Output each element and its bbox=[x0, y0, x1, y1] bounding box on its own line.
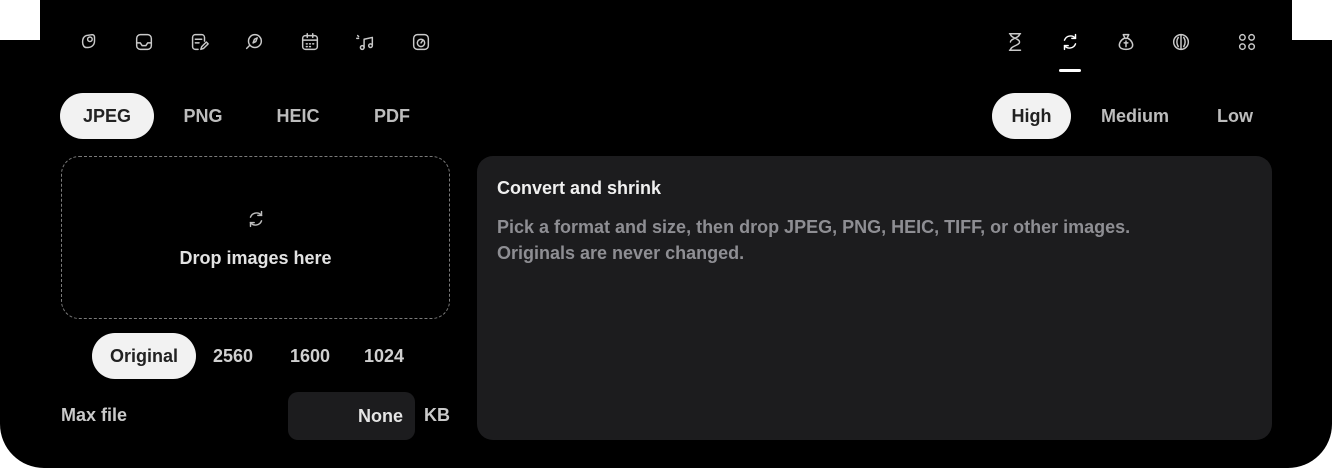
money-bag-icon[interactable] bbox=[1114, 30, 1138, 54]
grid-icon[interactable] bbox=[1235, 30, 1259, 54]
inbox-icon[interactable] bbox=[132, 30, 156, 54]
format-heic-button[interactable]: HEIC bbox=[258, 93, 338, 139]
size-original-button[interactable]: Original bbox=[92, 333, 196, 379]
drop-zone-label: Drop images here bbox=[179, 248, 332, 268]
drop-zone[interactable] bbox=[61, 156, 450, 319]
window-corner-left bbox=[0, 0, 40, 40]
info-body-line-2: Originals are never changed. bbox=[497, 243, 745, 263]
quality-medium-button[interactable]: Medium bbox=[1085, 93, 1185, 139]
hourglass-icon[interactable] bbox=[1003, 30, 1027, 54]
active-tab-indicator bbox=[1059, 69, 1081, 72]
info-panel: Convert and shrink Pick a format and siz… bbox=[477, 156, 1272, 440]
format-jpeg-button[interactable]: JPEG bbox=[60, 93, 154, 139]
hand-coin-icon[interactable] bbox=[77, 30, 101, 54]
max-file-label: Max file bbox=[61, 405, 128, 425]
app-window: JPEG PNG HEIC PDF High Medium Low Drop i… bbox=[0, 0, 1332, 468]
note-edit-icon[interactable] bbox=[187, 30, 211, 54]
refresh-icon bbox=[245, 208, 269, 232]
size-1600-button[interactable]: 1600 bbox=[279, 333, 341, 379]
compass-icon[interactable] bbox=[242, 30, 266, 54]
music-notes-icon[interactable] bbox=[353, 30, 377, 54]
calendar-icon[interactable] bbox=[298, 30, 322, 54]
max-file-unit: KB bbox=[424, 405, 450, 425]
format-png-button[interactable]: PNG bbox=[166, 93, 240, 139]
size-1024-button[interactable]: 1024 bbox=[353, 333, 415, 379]
size-2560-button[interactable]: 2560 bbox=[202, 333, 264, 379]
refresh-icon[interactable] bbox=[1058, 30, 1082, 54]
max-file-input[interactable]: None bbox=[288, 392, 415, 440]
info-body-line-1: Pick a format and size, then drop JPEG, … bbox=[497, 217, 1131, 237]
quality-low-button[interactable]: Low bbox=[1200, 93, 1270, 139]
window-corner-right bbox=[1292, 0, 1332, 40]
info-body: Pick a format and size, then drop JPEG, … bbox=[497, 214, 1257, 266]
format-pdf-button[interactable]: PDF bbox=[356, 93, 428, 139]
info-title: Convert and shrink bbox=[497, 178, 662, 198]
speedometer-icon[interactable] bbox=[409, 30, 433, 54]
aperture-icon[interactable] bbox=[1169, 30, 1193, 54]
quality-high-button[interactable]: High bbox=[992, 93, 1071, 139]
